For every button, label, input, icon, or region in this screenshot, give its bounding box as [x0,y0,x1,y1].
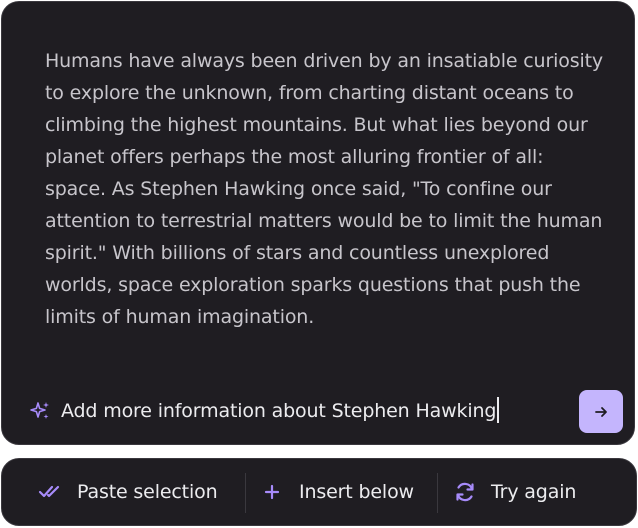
prompt-bar: Add more information about Stephen Hawki… [2,386,634,436]
prompt-input[interactable]: Add more information about Stephen Hawki… [61,396,561,426]
generated-text: Humans have always been driven by an ins… [45,50,603,328]
action-toolbar: Paste selection Insert below Try again [1,458,637,526]
prompt-input-value: Add more information about Stephen Hawki… [61,400,497,422]
try-again-label: Try again [491,481,577,503]
plus-icon [264,484,280,500]
refresh-icon [456,482,474,502]
try-again-button[interactable]: Try again [454,459,576,525]
send-button[interactable] [579,390,623,433]
double-check-icon [38,485,60,498]
toolbar-divider [437,473,438,513]
sparkles-icon [29,400,51,422]
text-caret [497,397,499,423]
paste-selection-button[interactable]: Paste selection [38,459,218,525]
insert-below-label: Insert below [299,481,414,503]
ai-editor-panel: Humans have always been driven by an ins… [1,1,635,445]
arrow-right-icon [595,406,607,417]
insert-below-button[interactable]: Insert below [264,459,414,525]
paste-selection-label: Paste selection [77,481,218,503]
toolbar-divider [245,473,246,513]
